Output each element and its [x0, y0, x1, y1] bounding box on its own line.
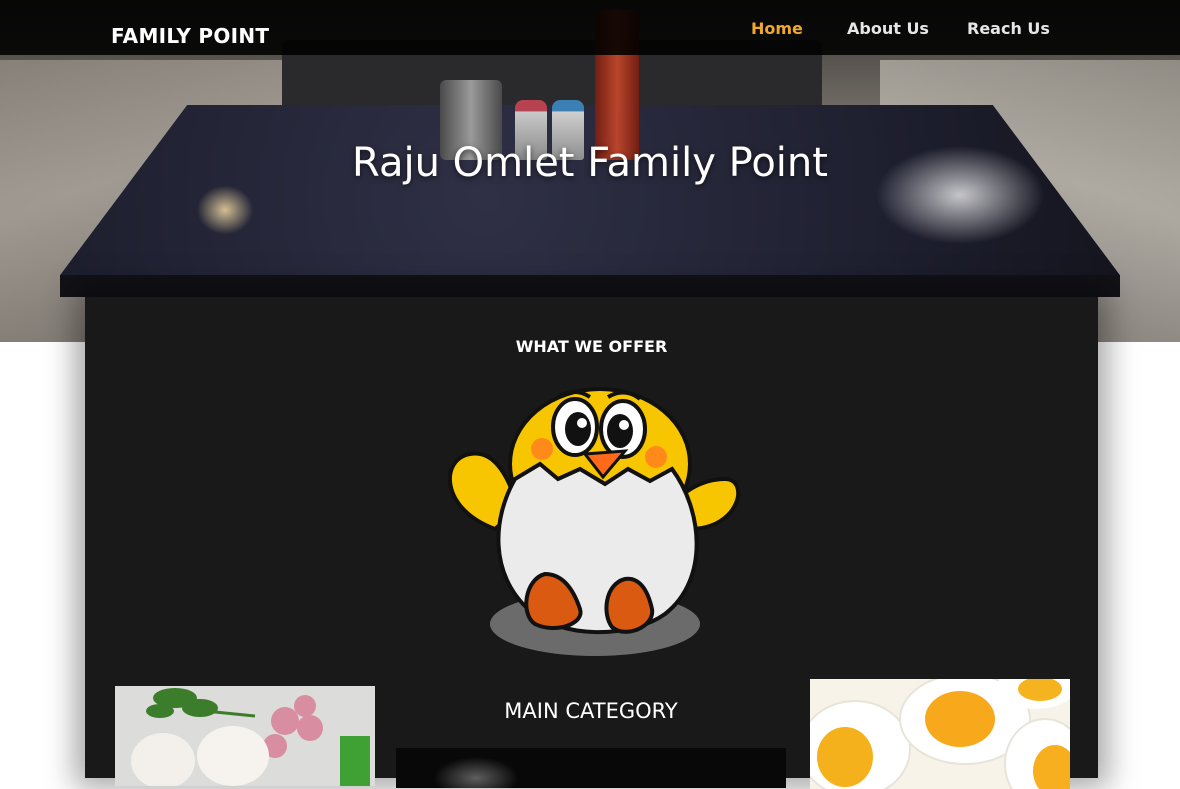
top-navbar: FAMILY POINT Home About Us Reach Us	[0, 0, 1180, 55]
smoke-photo	[396, 748, 786, 788]
hero-table-top	[60, 105, 1120, 276]
nav-home-link[interactable]: Home	[751, 19, 803, 38]
eggs-vegetables-photo	[115, 686, 375, 786]
what-we-offer-heading: WHAT WE OFFER	[515, 337, 668, 356]
nav-reach-link[interactable]: Reach Us	[967, 19, 1050, 38]
boiled-eggs-photo	[810, 679, 1070, 789]
main-category-heading: MAIN CATEGORY	[504, 699, 678, 723]
nav-about-link[interactable]: About Us	[847, 19, 929, 38]
brand-logo-text[interactable]: FAMILY POINT	[111, 24, 269, 48]
chick-mascot-icon	[447, 387, 741, 656]
hero-table-edge	[60, 275, 1120, 297]
hero-title: Raju Omlet Family Point	[352, 140, 828, 186]
